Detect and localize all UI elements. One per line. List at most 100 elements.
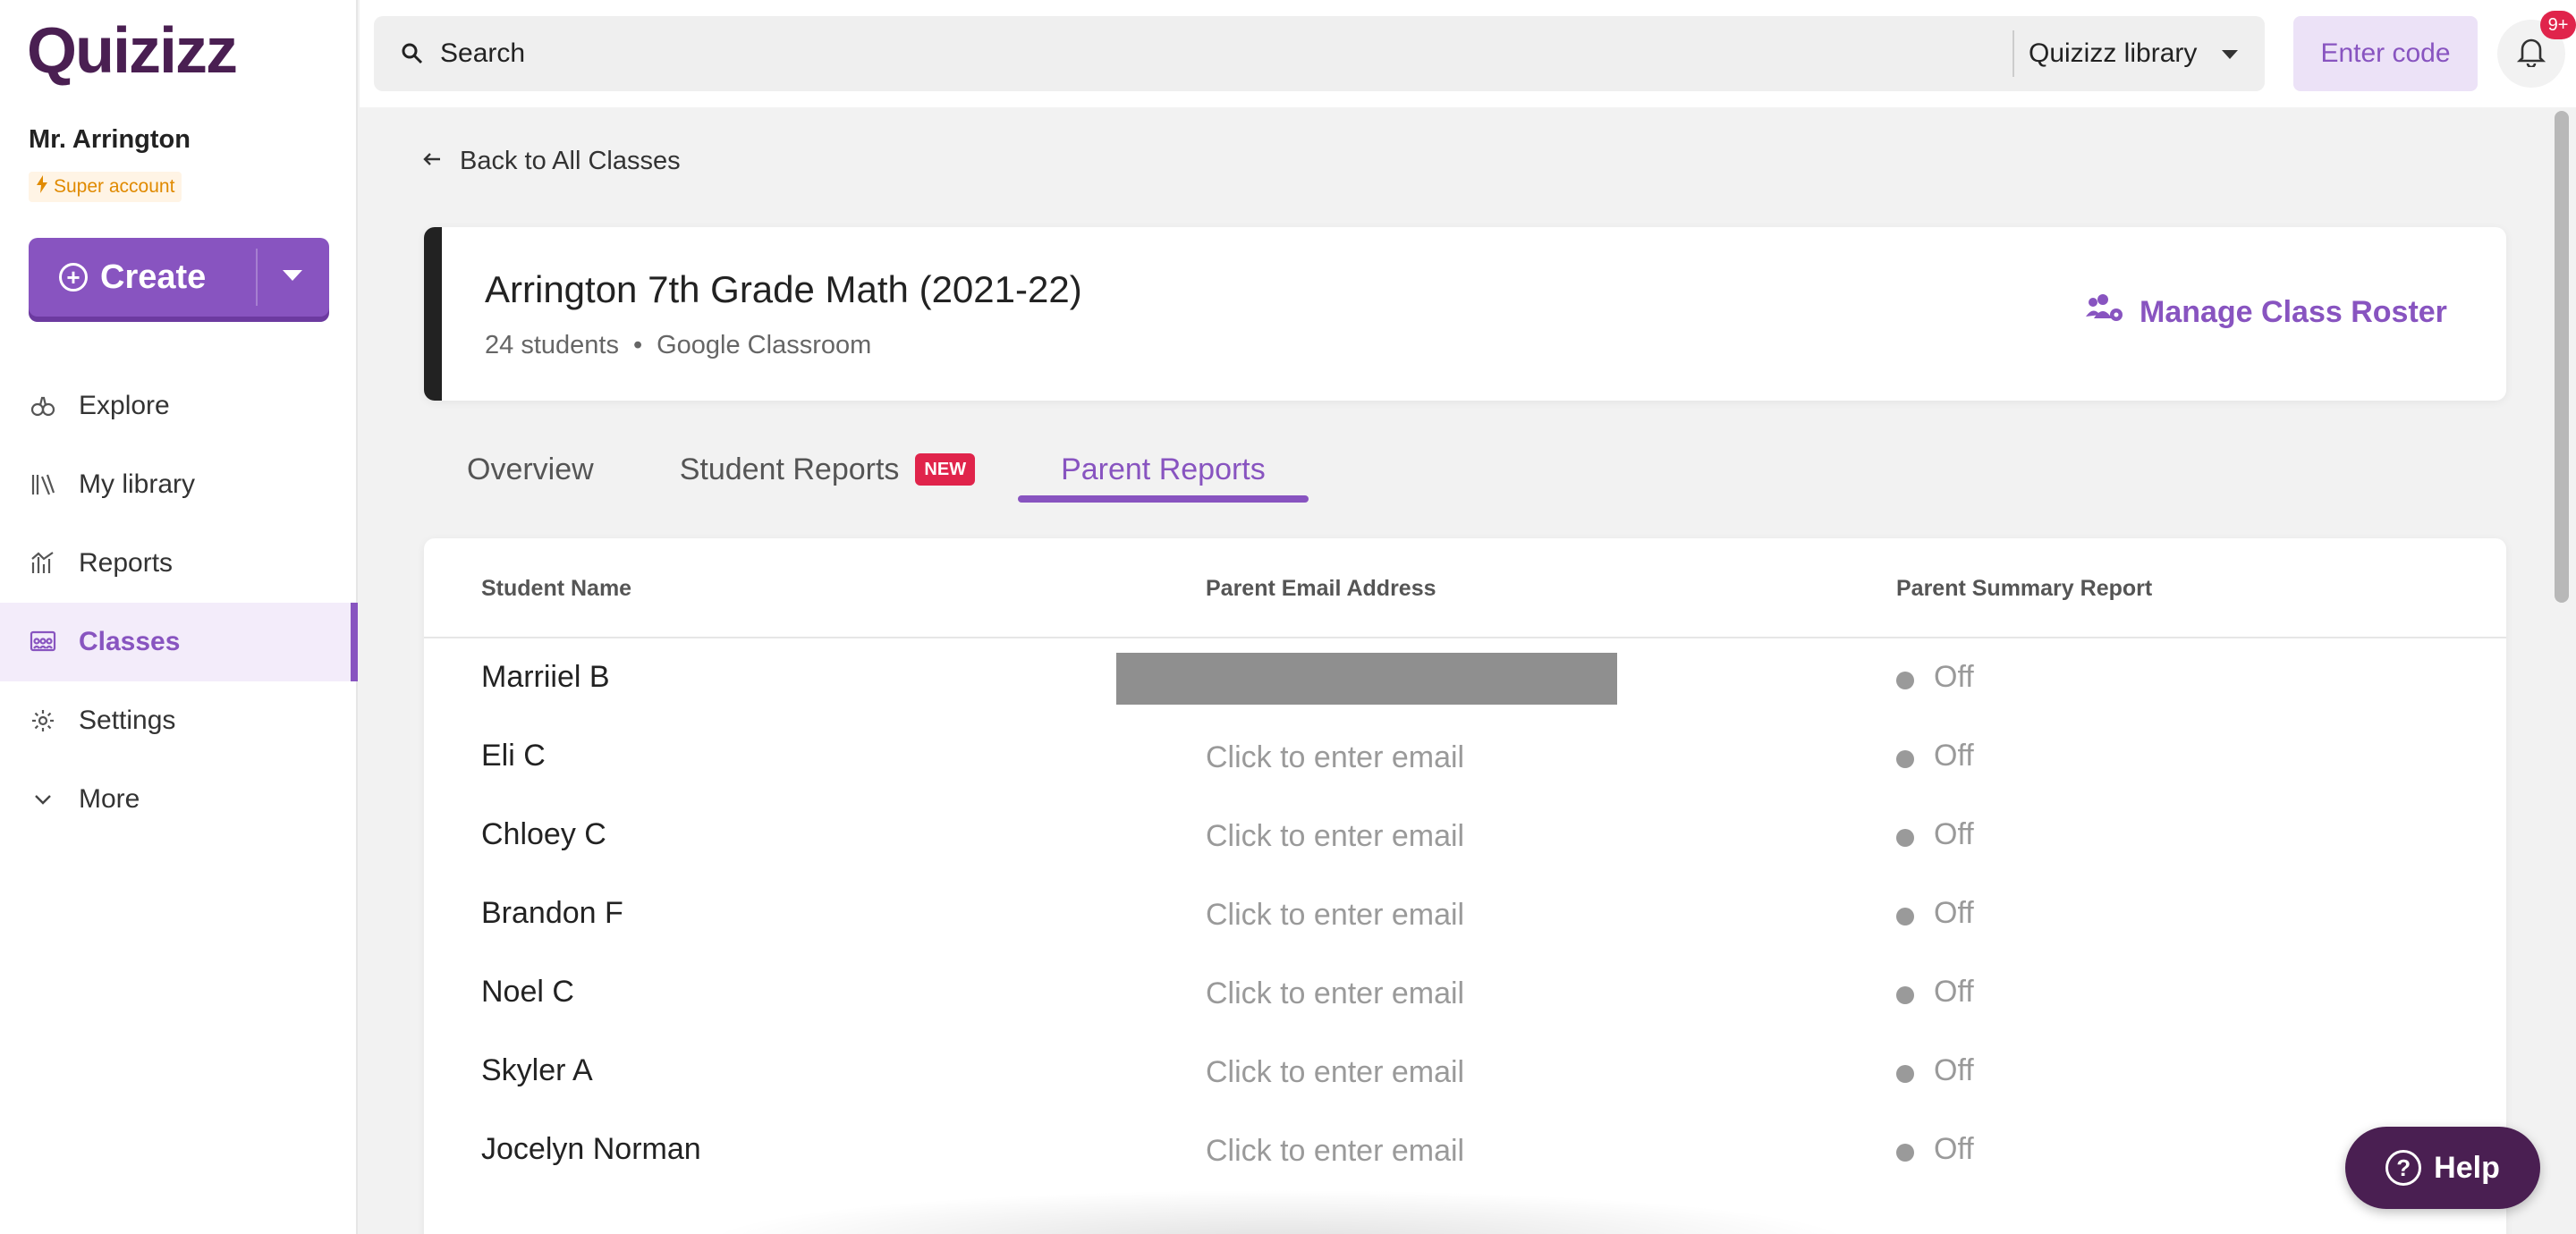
redacted-email[interactable] [1116,653,1617,705]
tab-label: Parent Reports [1061,452,1266,486]
email-field[interactable]: Click to enter email [1206,898,1464,933]
sidebar-nav: Explore My library Reports Classes Setti… [0,367,358,839]
back-to-all-classes-link[interactable]: Back to All Classes [422,147,681,176]
lightning-icon [36,175,48,199]
student-name: Chloey C [481,817,606,851]
enter-code-button[interactable]: Enter code [2293,16,2478,91]
sidebar-item-classes[interactable]: Classes [0,603,358,681]
sidebar: Quizizz Mr. Arrington Super account + Cr… [0,0,358,1234]
tab-label: Student Reports [679,452,900,486]
class-source: Google Classroom [657,331,872,359]
student-name: Brandon F [481,896,623,930]
super-account-label: Super account [54,176,175,197]
sidebar-item-settings[interactable]: Settings [0,681,358,760]
manage-roster-label: Manage Class Roster [2140,295,2447,329]
toggle-dot-icon [1896,749,1914,768]
plus-circle-icon: + [59,263,88,292]
table-header: Student Name Parent Email Address Parent… [424,538,2506,638]
summary-report-toggle[interactable]: Off [1896,896,1974,931]
manage-class-roster-button[interactable]: Manage Class Roster [2084,293,2447,332]
super-account-badge: Super account [29,172,182,202]
toggle-label: Off [1934,660,1974,694]
sidebar-item-label: Classes [79,627,181,656]
email-field[interactable]: Click to enter email [1206,740,1464,775]
sidebar-item-my-library[interactable]: My library [0,445,358,524]
class-color-bar [424,227,442,401]
sidebar-item-label: My library [79,469,196,499]
toggle-label: Off [1934,896,1974,930]
bottom-shadow [698,1189,1860,1234]
quizizz-logo[interactable]: Quizizz [27,19,238,83]
student-name: Eli C [481,739,546,773]
email-field[interactable]: Click to enter email [1206,819,1464,854]
chevron-down-icon [2222,50,2238,59]
student-name: Marriiel B [481,660,610,694]
scrollbar-thumb[interactable] [2555,111,2569,603]
toggle-dot-icon [1896,1143,1914,1162]
summary-report-toggle[interactable]: Off [1896,975,1974,1010]
new-badge: NEW [915,453,976,486]
table-body: Marriiel B Off Eli C Click to enter emai… [424,640,2506,1191]
library-icon [29,470,57,499]
table-row: Skyler A Click to enter email Off [424,1034,2506,1112]
chevron-down-icon [29,785,57,814]
gear-icon [29,706,57,735]
toggle-dot-icon [1896,907,1914,926]
summary-report-toggle[interactable]: Off [1896,739,1974,773]
column-header-parent-email: Parent Email Address [1206,576,1436,601]
tab-label: Overview [467,452,594,486]
meta-separator: • [632,331,643,359]
table-row: Eli C Click to enter email Off [424,719,2506,798]
summary-report-toggle[interactable]: Off [1896,1132,1974,1167]
email-field[interactable]: Click to enter email [1206,1134,1464,1169]
teacher-name: Mr. Arrington [29,125,191,154]
email-field[interactable]: Click to enter email [1206,976,1464,1011]
class-header-card: Arrington 7th Grade Math (2021-22) 24 st… [424,227,2506,401]
toggle-label: Off [1934,975,1974,1009]
student-count: 24 students [485,331,619,359]
create-divider [256,249,258,306]
table-row: Marriiel B Off [424,640,2506,719]
search-input[interactable] [440,38,1961,69]
library-select[interactable]: Quizizz library [2029,16,2265,91]
search-divider [2012,30,2014,77]
column-header-student-name: Student Name [481,576,632,601]
student-name: Jocelyn Norman [481,1132,701,1166]
search-bar[interactable]: Quizizz library [374,16,2265,91]
sidebar-item-label: Explore [79,391,170,420]
toggle-label: Off [1934,817,1974,851]
help-button[interactable]: ? Help [2345,1127,2540,1209]
explore-icon [29,392,57,420]
create-button[interactable]: + Create [29,238,329,317]
tab-overview[interactable]: Overview [424,436,637,503]
sidebar-item-label: More [79,784,140,814]
tab-parent-reports[interactable]: Parent Reports [1018,436,1309,503]
chevron-down-icon[interactable] [283,270,302,281]
table-row: Noel C Click to enter email Off [424,955,2506,1034]
sidebar-item-label: Reports [79,548,174,578]
summary-report-toggle[interactable]: Off [1896,1053,1974,1088]
notification-badge: 9+ [2540,11,2576,39]
sidebar-item-more[interactable]: More [0,760,358,839]
toggle-label: Off [1934,1132,1974,1166]
reports-icon [29,549,57,578]
back-link-label: Back to All Classes [460,147,681,175]
toggle-dot-icon [1896,671,1914,689]
class-meta: 24 students • Google Classroom [485,331,871,360]
tab-student-reports[interactable]: Student Reports NEW [637,436,1018,503]
users-gear-icon [2084,293,2125,332]
sidebar-item-label: Settings [79,706,176,735]
sidebar-item-reports[interactable]: Reports [0,524,358,603]
summary-report-toggle[interactable]: Off [1896,817,1974,852]
bell-icon [2516,37,2546,72]
table-row: Chloey C Click to enter email Off [424,798,2506,876]
toggle-dot-icon [1896,828,1914,847]
toggle-dot-icon [1896,1064,1914,1083]
summary-report-toggle[interactable]: Off [1896,660,1974,695]
library-select-value: Quizizz library [2029,38,2198,68]
vertical-scrollbar[interactable] [2547,107,2576,1234]
question-icon: ? [2385,1150,2422,1186]
sidebar-item-explore[interactable]: Explore [0,367,358,445]
email-field[interactable]: Click to enter email [1206,1055,1464,1090]
toggle-label: Off [1934,1053,1974,1087]
